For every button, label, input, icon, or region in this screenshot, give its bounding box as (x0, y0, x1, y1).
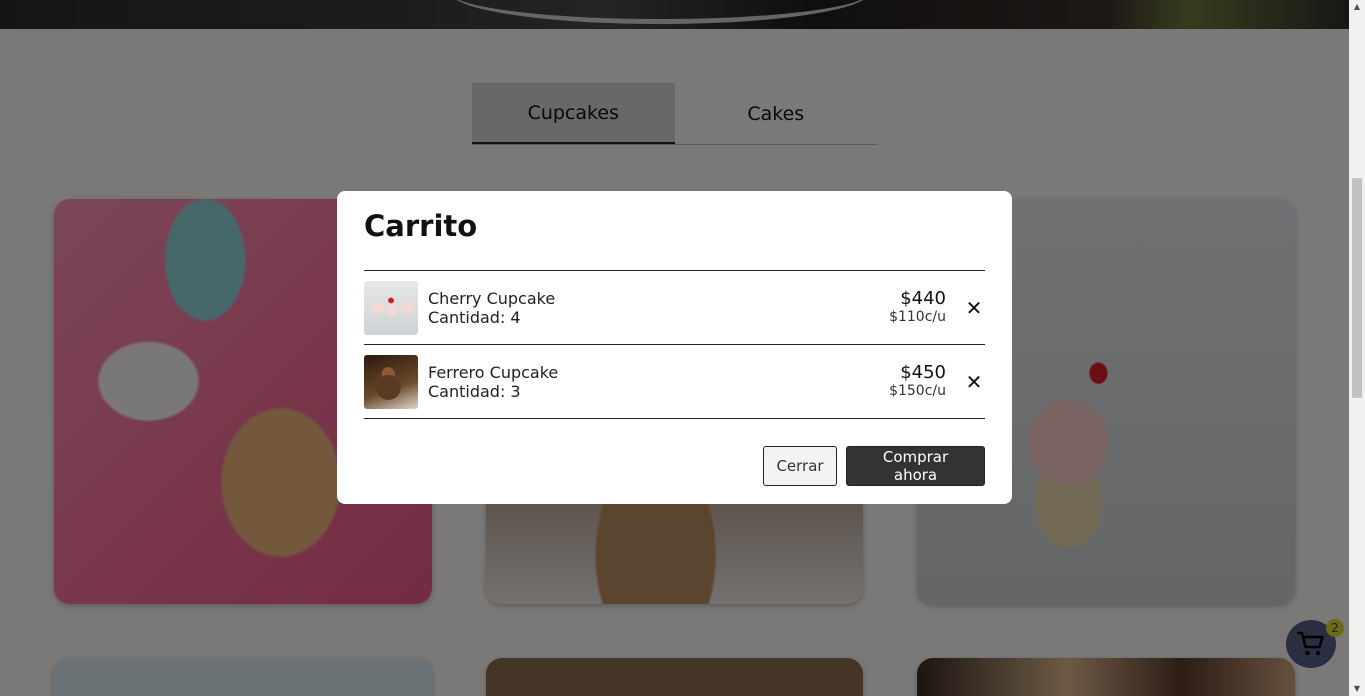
item-total-price: $440 (900, 288, 946, 309)
cart-item-list: Cherry Cupcake Cantidad: 4 $440 $110c/u … (364, 270, 985, 419)
close-cart-button[interactable]: Cerrar (763, 446, 837, 486)
item-name: Cherry Cupcake (428, 288, 556, 308)
scroll-up-arrow-icon[interactable]: ▲ (1352, 1, 1362, 13)
item-total-price: $450 (900, 362, 946, 383)
cart-title: Carrito (364, 209, 478, 243)
cart-count-badge: 2 (1326, 619, 1344, 637)
cart-item: Cherry Cupcake Cantidad: 4 $440 $110c/u … (364, 271, 985, 345)
scroll-down-arrow-icon[interactable]: ▼ (1352, 683, 1362, 695)
item-name: Ferrero Cupcake (428, 362, 559, 382)
item-quantity: Cantidad: 4 (428, 307, 521, 327)
remove-item-close-icon[interactable]: ✕ (965, 298, 983, 318)
remove-item-close-icon[interactable]: ✕ (965, 372, 983, 392)
cart-item: Ferrero Cupcake Cantidad: 3 $450 $150c/u… (364, 345, 985, 419)
scroll-thumb[interactable] (1352, 178, 1362, 398)
ferrero-cupcake-thumbnail (364, 354, 418, 409)
item-unit-price: $150c/u (889, 383, 946, 399)
page-scrollbar[interactable]: ▲ ▼ (1349, 0, 1365, 696)
buy-now-button[interactable]: Comprar ahora (846, 446, 985, 486)
cart-actions: Cerrar Comprar ahora (763, 446, 985, 486)
item-unit-price: $110c/u (889, 309, 946, 325)
item-quantity: Cantidad: 3 (428, 381, 521, 401)
cart-modal: Carrito Cherry Cupcake Cantidad: 4 $440 … (337, 191, 1012, 504)
shopping-cart-icon (1297, 631, 1324, 656)
cherry-cupcake-thumbnail (364, 280, 418, 335)
